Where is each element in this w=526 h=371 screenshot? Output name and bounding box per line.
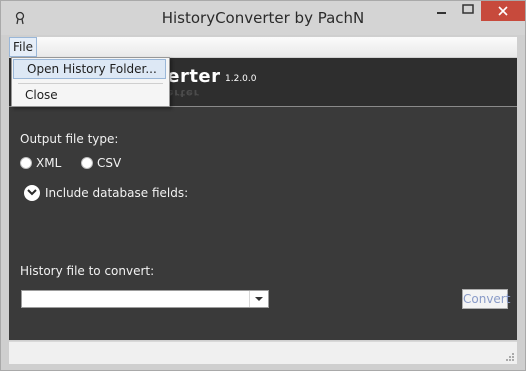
menu-bar: File <box>9 37 517 58</box>
radio-csv-label[interactable]: CSV <box>97 156 121 170</box>
close-icon <box>498 6 508 16</box>
output-type-label: Output file type: <box>20 132 119 146</box>
chevron-down-icon <box>255 297 263 301</box>
minimize-button[interactable] <box>427 1 455 21</box>
radio-xml[interactable] <box>20 157 32 169</box>
chevron-down-icon <box>27 189 37 196</box>
menu-separator <box>18 83 163 84</box>
close-window-button[interactable] <box>481 1 525 21</box>
radio-csv[interactable] <box>81 157 93 169</box>
menu-item-open-history-folder[interactable]: Open History Folder... <box>13 59 166 79</box>
expand-fields-toggle[interactable] <box>24 185 40 201</box>
resize-grip-icon[interactable] <box>505 352 515 362</box>
menu-item-close[interactable]: Close <box>12 85 169 105</box>
title-bar[interactable]: HistoryConverter by PachN <box>1 1 525 35</box>
menu-file[interactable]: File <box>9 37 37 57</box>
convert-button[interactable]: Convert <box>462 289 510 309</box>
combobox-dropdown-button[interactable] <box>249 291 268 307</box>
app-version-text: 1.2.0.0 <box>225 74 257 84</box>
history-file-label: History file to convert: <box>20 264 155 278</box>
include-fields-label[interactable]: Include database fields: <box>45 186 188 200</box>
maximize-button[interactable] <box>455 1 481 21</box>
file-menu-dropdown: Open History Folder... Close <box>11 57 170 107</box>
status-bar <box>9 341 517 364</box>
radio-xml-label[interactable]: XML <box>36 156 61 170</box>
app-window: HistoryConverter by PachN File verter 1.… <box>0 0 526 371</box>
history-file-combobox[interactable] <box>21 290 269 308</box>
